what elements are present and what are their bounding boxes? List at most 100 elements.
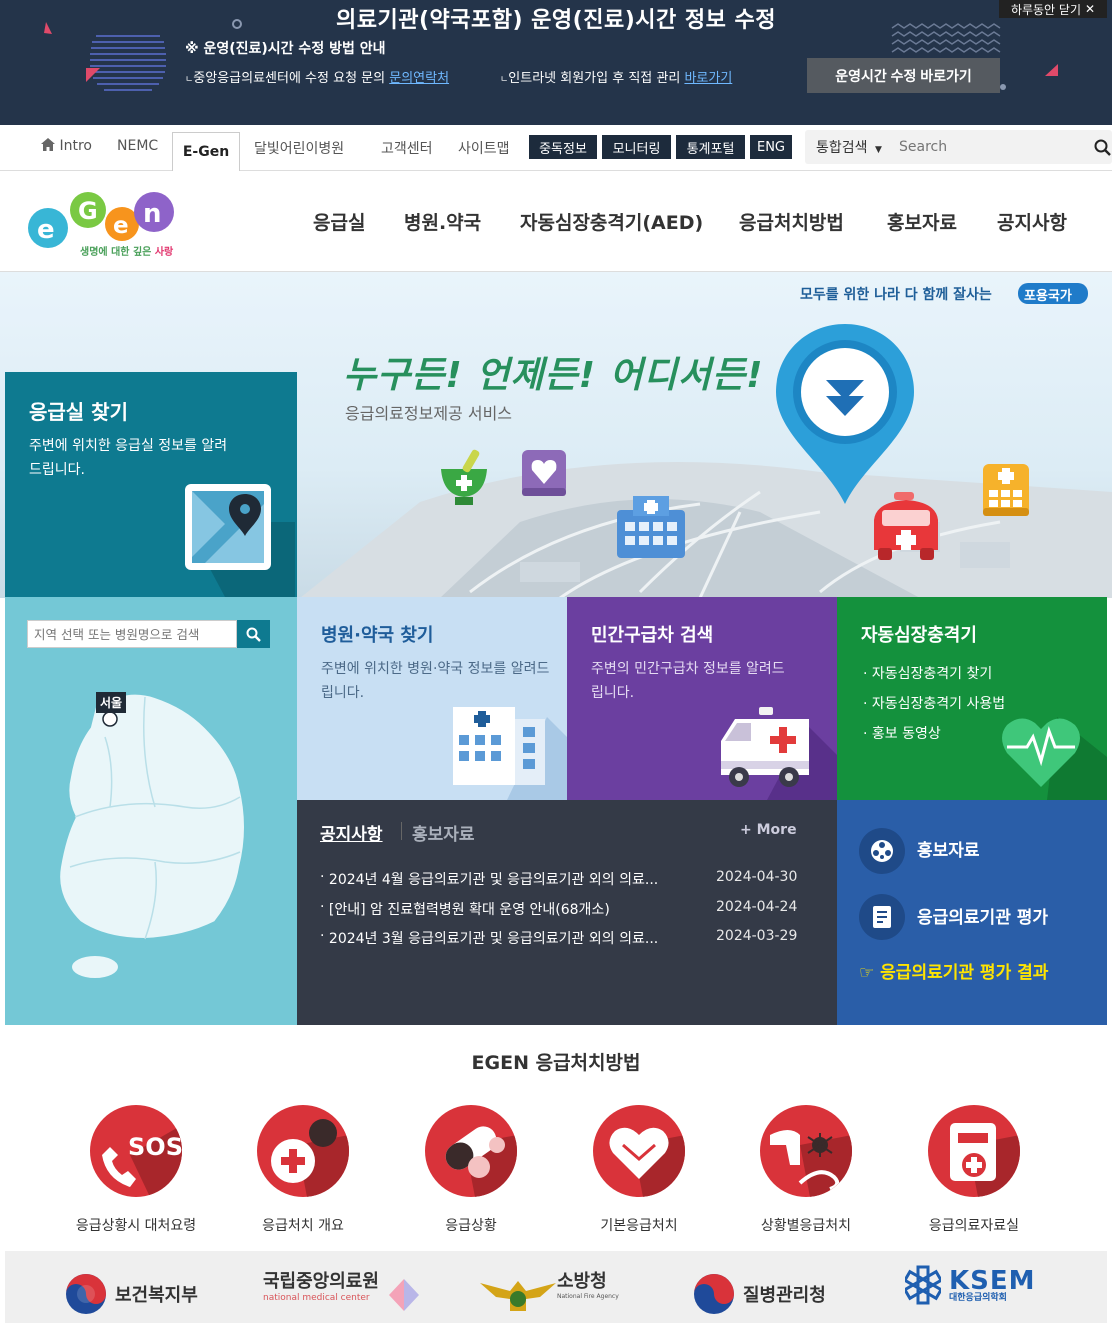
banner-line-1: ㄴ중앙응급의료센터에 수정 요청 문의 문의연락처 xyxy=(185,71,450,86)
evaluation-link[interactable]: 응급의료기관 평가 xyxy=(917,903,1048,928)
mohw-name: 보건복지부 xyxy=(115,1285,198,1306)
notice-tab[interactable]: 공지사항 xyxy=(320,820,383,845)
hero-slogan-badge: 포용국가 xyxy=(1024,289,1072,304)
edit-hours-button[interactable]: 운영시간 수정 바로가기 xyxy=(807,58,1000,93)
pr-tab[interactable]: 홍보자료 xyxy=(412,820,475,845)
first-aid-overview[interactable]: 응급처치 개요 xyxy=(228,1105,378,1235)
nmc-logo[interactable]: 국립중앙의료원 national medical center xyxy=(263,1267,379,1303)
first-aid-basic[interactable]: 기본응급처치 xyxy=(564,1105,714,1235)
aed-video-link[interactable]: · 홍보 동영상 xyxy=(863,723,941,743)
taegeuk-icon xyxy=(66,1274,106,1314)
first-aid-label: 응급처치 개요 xyxy=(262,1218,344,1234)
menu-hospital[interactable]: 병원.약국 xyxy=(404,208,481,235)
main-nav: e G e n 생명에 대한 깊은 사랑 응급실 병원.약국 자동심장충격기(A… xyxy=(0,171,1112,272)
aed-usage-link[interactable]: · 자동심장충격기 사용법 xyxy=(863,693,1005,713)
svg-text:e: e xyxy=(113,213,129,239)
korea-map[interactable] xyxy=(35,677,275,997)
hero-subtitle: 응급의료정보제공 서비스 xyxy=(345,404,513,423)
aed-title: 자동심장충격기 xyxy=(861,625,977,646)
search-input[interactable] xyxy=(899,134,1079,160)
menu-aed[interactable]: 자동심장충격기(AED) xyxy=(520,208,703,235)
notice-row-title: 2024년 3월 응급의료기관 및 응급의료기관 외의 의료... xyxy=(328,931,659,947)
aed-usage-label: 자동심장충격기 사용법 xyxy=(871,696,1006,712)
first-aid-emergency-response[interactable]: SOS 응급상황시 대처요령 xyxy=(61,1105,211,1235)
close-banner-button[interactable]: 하루동안 닫기 ✕ xyxy=(999,0,1107,18)
kdca-logo[interactable]: 질병관리청 xyxy=(693,1273,826,1315)
first-aid-title: EGEN 응급처치방법 xyxy=(471,1052,641,1074)
menu-er[interactable]: 응급실 xyxy=(313,208,365,235)
ambulance-icon xyxy=(874,492,938,560)
document-icon xyxy=(859,894,905,940)
first-aid-label: 기본응급처치 xyxy=(600,1218,678,1234)
english-button[interactable]: ENG xyxy=(750,135,792,159)
taegeuk-icon xyxy=(694,1274,734,1314)
notice-row-title: [안내] 암 진료협력병원 확대 운영 안내(68개소) xyxy=(328,902,610,918)
search-icon[interactable] xyxy=(1094,139,1111,156)
customer-center-link[interactable]: 고객센터 xyxy=(381,138,433,158)
menu-pr[interactable]: 홍보자료 xyxy=(887,208,957,235)
notice-row[interactable]: · [안내] 암 진료협력병원 확대 운영 안내(68개소) 2024-04-2… xyxy=(320,899,800,919)
find-er-panel[interactable]: 응급실 찾기 주변에 위치한 응급실 정보를 알려드립니다. xyxy=(5,372,297,597)
logo-tagline: 생명에 대한 깊은 사랑 xyxy=(80,243,173,258)
fire-agency-emblem-icon xyxy=(480,1281,556,1311)
find-er-title: 응급실 찾기 xyxy=(29,400,128,424)
notice-row-title: 2024년 4월 응급의료기관 및 응급의료기관 외의 의료... xyxy=(328,872,659,888)
moon-hospital-link[interactable]: 달빛어린이병원 xyxy=(254,138,344,158)
hero-headline: 누구든! 언제든! 어디서든! xyxy=(343,355,764,396)
ksem-logo[interactable]: KSEM 대한응급의학회 xyxy=(905,1265,1036,1305)
notice-row[interactable]: · 2024년 4월 응급의료기관 및 응급의료기관 외의 의료... 2024… xyxy=(320,869,800,889)
svg-text:e: e xyxy=(37,215,55,245)
stats-portal-button[interactable]: 통계포털 xyxy=(676,135,745,159)
private-ambulance-title: 민간구급차 검색 xyxy=(591,625,714,646)
search-box: 통합검색 ▼ xyxy=(805,130,1112,164)
aed-find-link[interactable]: · 자동심장충격기 찾기 xyxy=(863,663,992,683)
mohw-logo[interactable]: 보건복지부 xyxy=(65,1273,198,1315)
nmc-emblem-icon xyxy=(389,1279,419,1311)
egen-tab[interactable]: E-Gen xyxy=(172,132,240,172)
hospital-icon xyxy=(617,496,685,558)
menu-notice[interactable]: 공지사항 xyxy=(997,208,1067,235)
monitoring-button[interactable]: 모니터링 xyxy=(602,135,671,159)
heart-box-icon xyxy=(522,450,566,496)
pharmacy-icon xyxy=(441,449,487,505)
intro-link[interactable]: Intro xyxy=(41,138,92,154)
pr-link[interactable]: 홍보자료 xyxy=(917,836,980,861)
notice-row[interactable]: · 2024년 3월 응급의료기관 및 응급의료기관 외의 의료... 2024… xyxy=(320,928,800,948)
notice-row-date: 2024-04-24 xyxy=(716,899,798,915)
find-er-desc: 주변에 위치한 응급실 정보를 알려드립니다. xyxy=(29,438,228,478)
region-search-button[interactable] xyxy=(237,620,270,648)
egen-logo[interactable]: e G e n 생명에 대한 깊은 사랑 xyxy=(26,188,176,278)
korea-map-panel: 서울 xyxy=(5,597,297,1025)
poison-info-button[interactable]: 중독정보 xyxy=(529,135,597,159)
evaluation-result-link[interactable]: ☞ 응급의료기관 평가 결과 xyxy=(859,958,1048,983)
utility-bar: Intro NEMC E-Gen 달빛어린이병원 고객센터 사이트맵 중독정보 … xyxy=(0,125,1112,172)
partner-footer: 보건복지부 국립중앙의료원 national medical center 소방… xyxy=(5,1251,1107,1323)
private-ambulance-tile[interactable]: 민간구급차 검색 주변의 민간구급차 정보를 알려드립니다. xyxy=(567,597,837,800)
notice-board: 공지사항 홍보자료 + More · 2024년 4월 응급의료기관 및 응급의… xyxy=(297,800,837,1025)
heart-hands-icon xyxy=(593,1105,685,1197)
ksem-name: KSEM xyxy=(949,1265,1036,1296)
location-pin-icon xyxy=(776,324,914,504)
search-scope-label: 통합검색 xyxy=(816,140,868,156)
first-aid-situational[interactable]: 상황별응급처치 xyxy=(731,1105,881,1235)
first-aid-emergency[interactable]: 응급상황 xyxy=(396,1105,546,1235)
nemc-link[interactable]: NEMC xyxy=(117,138,158,154)
contact-link[interactable]: 문의연락처 xyxy=(389,71,449,86)
heart-pulse-icon xyxy=(1002,717,1107,800)
tab-divider xyxy=(401,822,402,840)
film-reel-icon xyxy=(859,828,905,874)
fire-agency-logo[interactable]: 소방청 National Fire Agency xyxy=(557,1267,619,1300)
first-aid-library[interactable]: 응급의료자료실 xyxy=(899,1105,1049,1235)
notice-banner: 의료기관(약국포함) 운영(진료)시간 정보 수정 ※ 운영(진료)시간 수정 … xyxy=(0,0,1112,125)
animal-bite-icon xyxy=(760,1105,852,1197)
first-aid-label: 응급상황시 대처요령 xyxy=(75,1218,197,1234)
hospital-pharmacy-tile[interactable]: 병원·약국 찾기 주변에 위치한 병원·약국 정보를 알려드립니다. xyxy=(297,597,567,800)
menu-first-aid[interactable]: 응급처치방법 xyxy=(739,208,844,235)
egen-logo-icon: e G e n xyxy=(28,192,174,248)
search-scope-select[interactable]: 통합검색 ▼ xyxy=(816,137,882,157)
sitemap-link[interactable]: 사이트맵 xyxy=(458,138,510,158)
shortcut-link[interactable]: 바로가기 xyxy=(684,71,732,86)
region-search-input[interactable] xyxy=(27,620,237,648)
more-link[interactable]: + More xyxy=(740,822,797,838)
map-icon xyxy=(185,484,295,597)
